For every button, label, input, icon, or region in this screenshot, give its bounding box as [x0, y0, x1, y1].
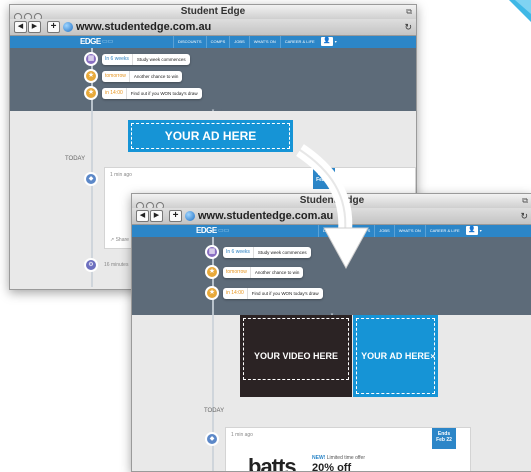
post-time: 1 min ago: [231, 432, 253, 438]
new-tab-button[interactable]: +: [47, 21, 60, 33]
tag-icon: ◆: [205, 432, 219, 446]
fullscreen-icon[interactable]: ⧉: [522, 196, 528, 206]
logo-tagline: ▭▭: [218, 228, 230, 234]
ad-placeholder[interactable]: YOUR AD HERE: [128, 120, 293, 152]
address-bar[interactable]: www.studentedge.com.au: [63, 21, 416, 33]
window-title: Student Edge: [180, 6, 246, 17]
forward-button[interactable]: ▶: [28, 21, 41, 33]
timeline-label: Study week commences: [136, 56, 186, 62]
timeline-item[interactable]: ★ tomorrow Another chance to win: [205, 265, 304, 279]
post-card[interactable]: 1 min ago Ends Feb 22 batts NEW! Limited …: [225, 427, 471, 472]
back-button[interactable]: ◀: [14, 21, 27, 33]
calendar-icon: ▦: [205, 245, 219, 259]
post-time: 16 minutes: [104, 262, 129, 268]
post-time: 1 min ago: [110, 172, 132, 178]
brand-logo: batts: [248, 454, 297, 472]
timeline-time: in 14:00: [102, 87, 127, 99]
chevron-down-icon[interactable]: ▾: [480, 225, 482, 237]
offer-label: NEW! Limited time offer: [312, 455, 365, 461]
site-logo[interactable]: EDGE: [80, 37, 101, 46]
timeline-line: [212, 315, 214, 471]
ad-placeholder[interactable]: YOUR AD HERE ×: [353, 315, 438, 397]
trophy-icon: ★: [205, 265, 219, 279]
discount-text: 20% off: [312, 462, 352, 472]
timeline-item[interactable]: ★ tomorrow Another chance to win: [84, 69, 183, 83]
timeline-header: ▦ In 6 weeks Study week commences ★ tomo…: [10, 48, 416, 115]
site-navbar: EDGE ▭▭ DISCOUNTS COMPS JOBS WHAT'S ON C…: [10, 36, 416, 48]
url-text: www.studentedge.com.au: [76, 21, 212, 33]
today-label: TODAY: [65, 156, 86, 162]
nav-links: DISCOUNTS COMPS JOBS WHAT'S ON CAREER & …: [173, 36, 337, 48]
timeline-item[interactable]: ★ in 14:00 Find out if you WON today's d…: [84, 86, 202, 100]
ends-flag: Ends Feb 22: [432, 428, 456, 449]
timeline-time: In 6 weeks: [102, 53, 133, 65]
trophy-icon: ★: [84, 86, 98, 100]
globe-icon: [63, 22, 73, 32]
transition-arrow: [296, 144, 369, 270]
today-label: TODAY: [204, 408, 225, 414]
timeline-time: tomorrow: [223, 266, 251, 278]
share-button[interactable]: ↗ Share: [110, 237, 129, 243]
timeline-time: in 14:00: [223, 287, 248, 299]
calendar-icon: ▦: [84, 52, 98, 66]
timeline-label: Find out if you WON today's draw: [130, 90, 198, 96]
trophy-icon: ★: [205, 286, 219, 300]
chevron-down-icon[interactable]: ▾: [335, 36, 337, 48]
timeline-label: Find out if you WON today's draw: [251, 290, 319, 296]
tag-icon: ◆: [84, 172, 98, 186]
fullscreen-icon[interactable]: ⧉: [406, 7, 412, 17]
forward-button[interactable]: ▶: [150, 210, 163, 222]
nav-link-jobs[interactable]: JOBS: [229, 36, 248, 48]
title-bar: Student Edge ⧉: [10, 5, 416, 21]
corner-ribbon-decoration: [509, 0, 531, 22]
close-icon[interactable]: ×: [430, 316, 435, 398]
nav-link-career-life[interactable]: CAREER & LIFE: [279, 36, 319, 48]
site-logo[interactable]: EDGE: [196, 226, 217, 235]
gear-icon: ⚙: [84, 258, 98, 272]
back-button[interactable]: ◀: [136, 210, 149, 222]
nav-link-comps[interactable]: COMPS: [205, 36, 230, 48]
timeline-item[interactable]: ★ in 14:00 Find out if you WON today's d…: [205, 286, 323, 300]
nav-link-whats-on[interactable]: WHAT'S ON: [393, 225, 425, 237]
trophy-icon: ★: [84, 69, 98, 83]
reload-icon[interactable]: ↻: [520, 211, 528, 222]
new-tab-button[interactable]: +: [169, 210, 182, 222]
timeline-item[interactable]: ▦ In 6 weeks Study week commences: [84, 52, 190, 66]
nav-link-discounts[interactable]: DISCOUNTS: [173, 36, 206, 48]
browser-toolbar: ◀ ▶ + www.studentedge.com.au ↻: [10, 19, 416, 36]
user-avatar-icon[interactable]: 👤: [320, 37, 333, 46]
globe-icon: [185, 211, 195, 221]
timeline-time: tomorrow: [102, 70, 130, 82]
timeline-time: In 6 weeks: [223, 246, 254, 258]
nav-link-whats-on[interactable]: WHAT'S ON: [248, 36, 280, 48]
reload-icon[interactable]: ↻: [404, 22, 412, 33]
nav-link-career-life[interactable]: CAREER & LIFE: [424, 225, 464, 237]
video-placeholder[interactable]: YOUR VIDEO HERE: [240, 315, 352, 397]
timeline-label: Another chance to win: [133, 73, 179, 79]
logo-tagline: ▭▭: [102, 39, 114, 45]
user-avatar-icon[interactable]: 👤: [465, 226, 478, 235]
page-content: YOUR VIDEO HERE YOUR AD HERE × TODAY ◆ 1…: [132, 315, 531, 472]
